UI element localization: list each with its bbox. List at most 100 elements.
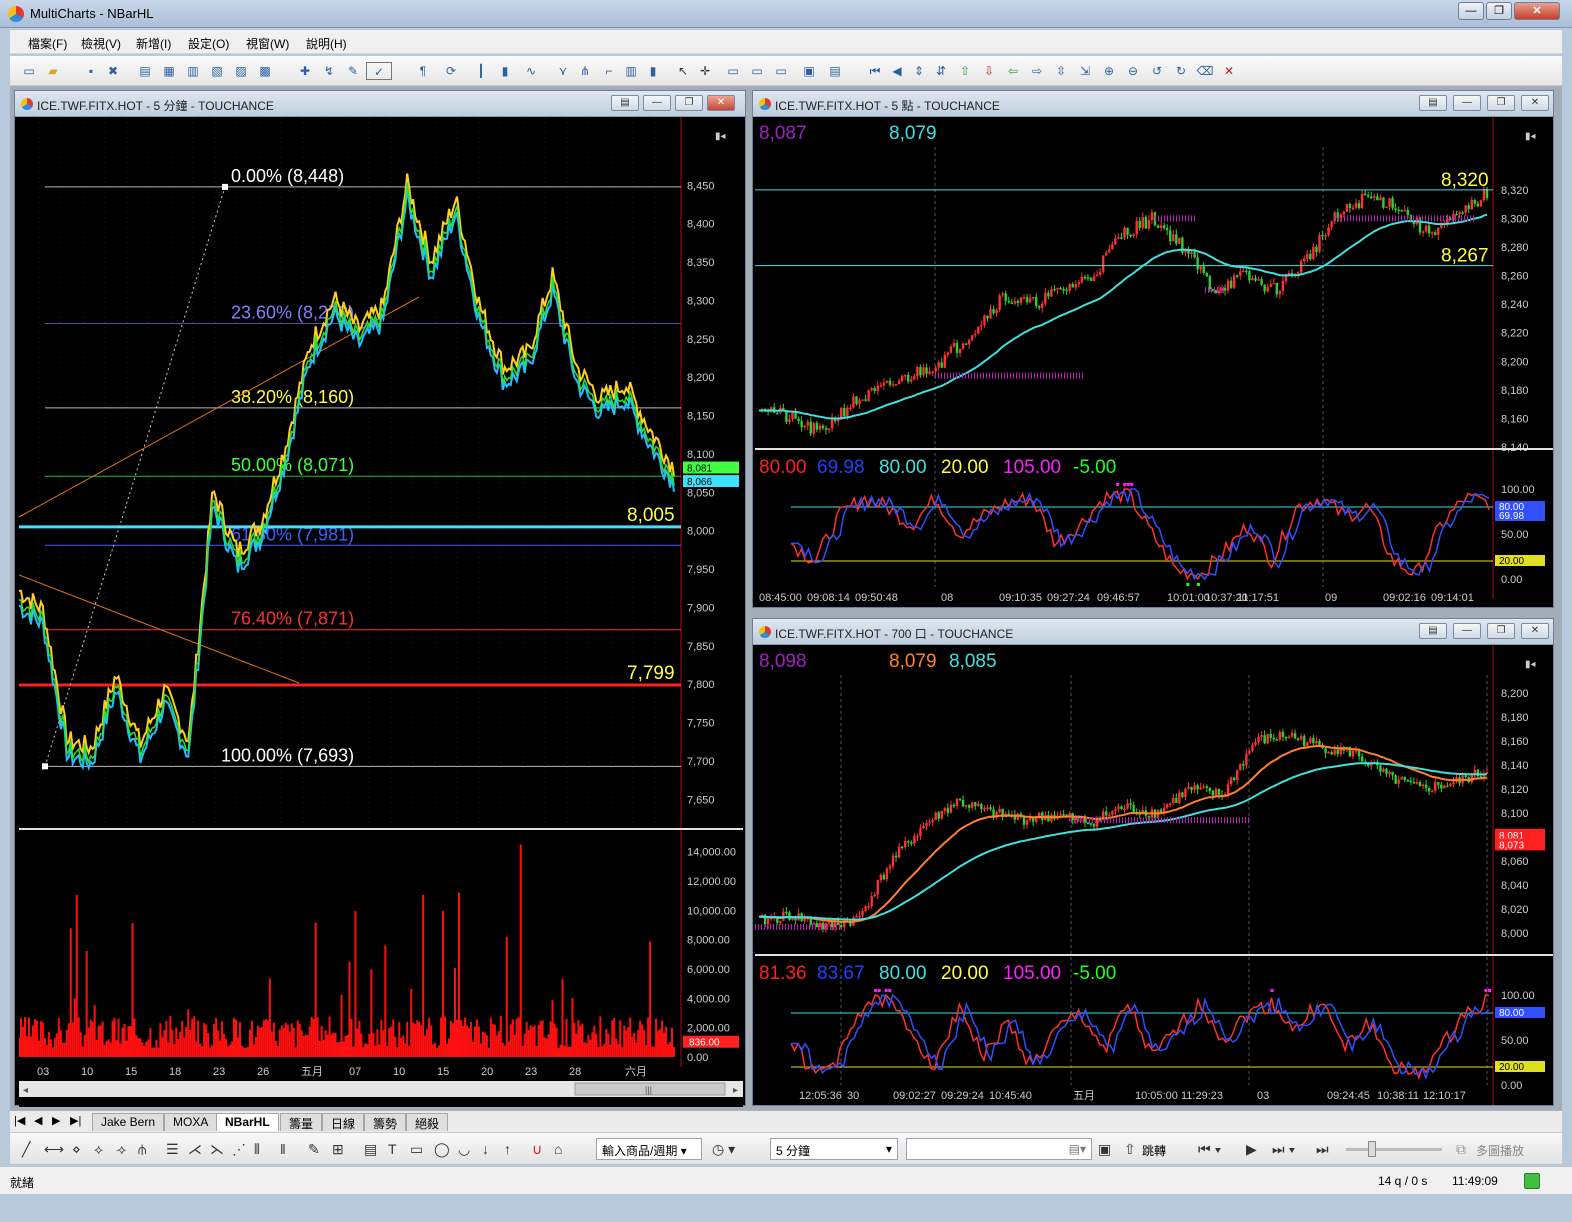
arrow-left-icon[interactable]: ⇦ [1004,62,1022,80]
tr-chart-window[interactable]: ICE.TWF.FITX.HOT - 5 點 - TOUCHANCE ▤ — ❐… [752,90,1554,608]
fib-retracement-icon[interactable]: ⟡ [94,1141,103,1157]
point-figure-icon[interactable]: ⋎ [554,62,572,80]
arrow-up-icon[interactable]: ⇧ [956,62,974,80]
hline-icon[interactable]: ⟷ [44,1141,64,1157]
speed-slider-thumb[interactable] [1368,1141,1376,1157]
arrow-down-icon[interactable]: ⇩ [980,62,998,80]
chart-window-icon[interactable]: ▤ [136,62,154,80]
line-chart-icon[interactable]: ∿ [522,62,540,80]
chart-window-titlebar[interactable]: ICE.TWF.FITX.HOT - 700 口 - TOUCHANCE ▤ —… [753,619,1553,645]
screenshot-icon[interactable]: ▣ [1098,1141,1111,1157]
scale-vertical-icon[interactable]: ⇕ [910,62,928,80]
delete-objects-icon[interactable]: ✕ [1220,62,1238,80]
text-icon[interactable]: T [388,1141,397,1157]
restore-window-button[interactable]: ❐ [1486,2,1512,20]
print-icon[interactable]: ▤ [826,62,844,80]
chart-close-button[interactable]: ✕ [1521,623,1549,639]
fib-time-icon[interactable]: ☰ [166,1141,179,1157]
menu-window[interactable]: 視窗(W) [246,35,289,52]
close-doc-icon[interactable]: ✖ [104,62,122,80]
zoom-out-icon[interactable]: ⊖ [1124,62,1142,80]
chart-format-icon[interactable]: ▤ [1419,95,1447,111]
tab-nav-prev-icon[interactable]: ◀ [34,1114,42,1127]
chart-scale-icon[interactable]: ⇳ [1052,62,1070,80]
chart-close-button[interactable]: ✕ [1521,95,1549,111]
chart-minimize-button[interactable]: — [1453,623,1481,639]
format-study-icon[interactable]: ✎ [344,62,362,80]
arrow-up-draw-icon[interactable]: ↑ [504,1141,511,1157]
chart-maximize-button[interactable]: ❐ [675,95,703,111]
play-icon[interactable]: ▶ [1246,1141,1257,1157]
remove-drawings-icon[interactable]: ⌫ [1196,62,1214,80]
jump-icon[interactable]: ⇧ [1124,1141,1136,1157]
drawing-mode-icon[interactable]: ✓ [366,62,392,80]
skip-end-icon[interactable]: ⏭ [1316,1141,1329,1157]
chart-minimize-button[interactable]: — [643,95,671,111]
save-icon[interactable]: ▪ [82,62,100,80]
scanner-icon[interactable]: ▥ [184,62,202,80]
gann-fan-icon[interactable]: ⋌ [188,1141,202,1157]
scroll-first-icon[interactable]: ⏮ [866,62,884,80]
br-price-chart[interactable]: 8,098 8,079 8,085 ▮◂ 8,200 8,180 8,160 8,140 8,1… [755,645,1553,1105]
chart-window-titlebar[interactable]: ICE.TWF.FITX.HOT - 5 點 - TOUCHANCE ▤ — ❐… [753,91,1553,117]
crosshair-icon[interactable]: ✛ [696,62,714,80]
chart-maximize-button[interactable]: ❐ [1487,623,1515,639]
multi-play-button[interactable]: 多圖播放 [1476,1142,1524,1159]
ellipse-icon[interactable]: ◯ [434,1141,450,1157]
tick-chart-icon[interactable]: ▮ [644,62,662,80]
tab-nav-last-icon[interactable]: ▶| [70,1114,81,1127]
new-workspace-icon[interactable]: ▭ [20,62,38,80]
chart-close-button[interactable]: ✕ [707,95,735,111]
close-window-button[interactable]: ✕ [1514,2,1560,20]
open-folder-icon[interactable]: ▰ [44,62,62,80]
volume-profile-icon[interactable]: ▥ [622,62,640,80]
arrow-right-icon[interactable]: ⇨ [1028,62,1046,80]
snapshot-icon[interactable]: ▣ [800,62,818,80]
tab-daily[interactable]: 日線 [322,1113,365,1131]
symbol-input[interactable]: 輸入商品/週期 ▾ [596,1138,702,1160]
tr-price-chart[interactable]: 8,087 8,079 ▮◂ 8,320 8,300 8,280 8,260 8,240 8,2… [755,117,1553,607]
speed-lines-icon[interactable]: ⋰ [232,1141,246,1157]
zoom-in-box-icon[interactable]: ▭ [748,62,766,80]
main-chart-window[interactable]: ICE.TWF.FITX.HOT - 5 分鐘 - TOUCHANCE ▤ — … [14,90,746,1107]
chart-format-icon[interactable]: ▤ [1419,623,1447,639]
tab-jue-sha[interactable]: 絕殺 [406,1113,449,1131]
dom-icon[interactable]: ▧ [208,62,226,80]
scale-compress-icon[interactable]: ⇵ [932,62,950,80]
play-back-icon[interactable]: ⏮ ▾ [1198,1141,1221,1157]
rectangle-icon[interactable]: ▭ [410,1141,423,1157]
chart-maximize-button[interactable]: ❐ [1487,95,1515,111]
data-window-icon[interactable]: ¶ [414,62,432,80]
kagi-icon[interactable]: ⋔ [576,62,594,80]
zoom-in-icon[interactable]: ⊕ [1100,62,1118,80]
tab-nbarhl[interactable]: NBarHL [216,1113,279,1131]
tab-chip-trend[interactable]: 籌勢 [364,1113,407,1131]
tab-nav-first-icon[interactable]: |◀ [14,1114,25,1127]
chart-minimize-button[interactable]: — [1453,95,1481,111]
play-forward-icon[interactable]: ⏭ ▾ [1272,1141,1295,1157]
pointer-icon[interactable]: ↖ [674,62,692,80]
pencil-icon[interactable]: ✎ [308,1141,320,1157]
renko-icon[interactable]: ⌐ [600,62,618,80]
menu-insert[interactable]: 新增(I) [136,35,171,52]
refresh-icon[interactable]: ⟳ [442,62,460,80]
insert-study-icon[interactable]: ✚ [296,62,314,80]
quote-window-icon[interactable]: ▦ [160,62,178,80]
insert-signal-icon[interactable]: ↯ [320,62,338,80]
lock-drawing-icon[interactable]: ⌂ [554,1141,562,1157]
br-chart-window[interactable]: ICE.TWF.FITX.HOT - 700 口 - TOUCHANCE ▤ —… [752,618,1554,1106]
tab-jake-bern[interactable]: Jake Bern [92,1113,165,1131]
portfolio-icon[interactable]: ▩ [256,62,274,80]
vertical-lines-icon[interactable]: ‖ [280,1141,286,1157]
fit-scale-icon[interactable]: ⇲ [1076,62,1094,80]
main-price-chart[interactable]: 8,450 8,400 8,350 8,300 8,250 8,200 8,150 8,100… [19,117,743,1107]
tab-chip-volume[interactable]: 籌量 [280,1113,323,1131]
clock-icon[interactable]: ◷ ▾ [712,1141,735,1157]
menu-settings[interactable]: 設定(O) [188,35,229,52]
bar-chart-icon[interactable]: ┃ [472,62,490,80]
menu-view[interactable]: 檢視(V) [81,35,121,52]
menu-file[interactable]: 檔案(F) [28,35,67,52]
jump-button[interactable]: 跳轉 [1142,1142,1166,1159]
fib-fan-icon[interactable]: ⟢ [116,1141,126,1157]
multi-play-icon[interactable]: ⧉ [1456,1141,1466,1157]
